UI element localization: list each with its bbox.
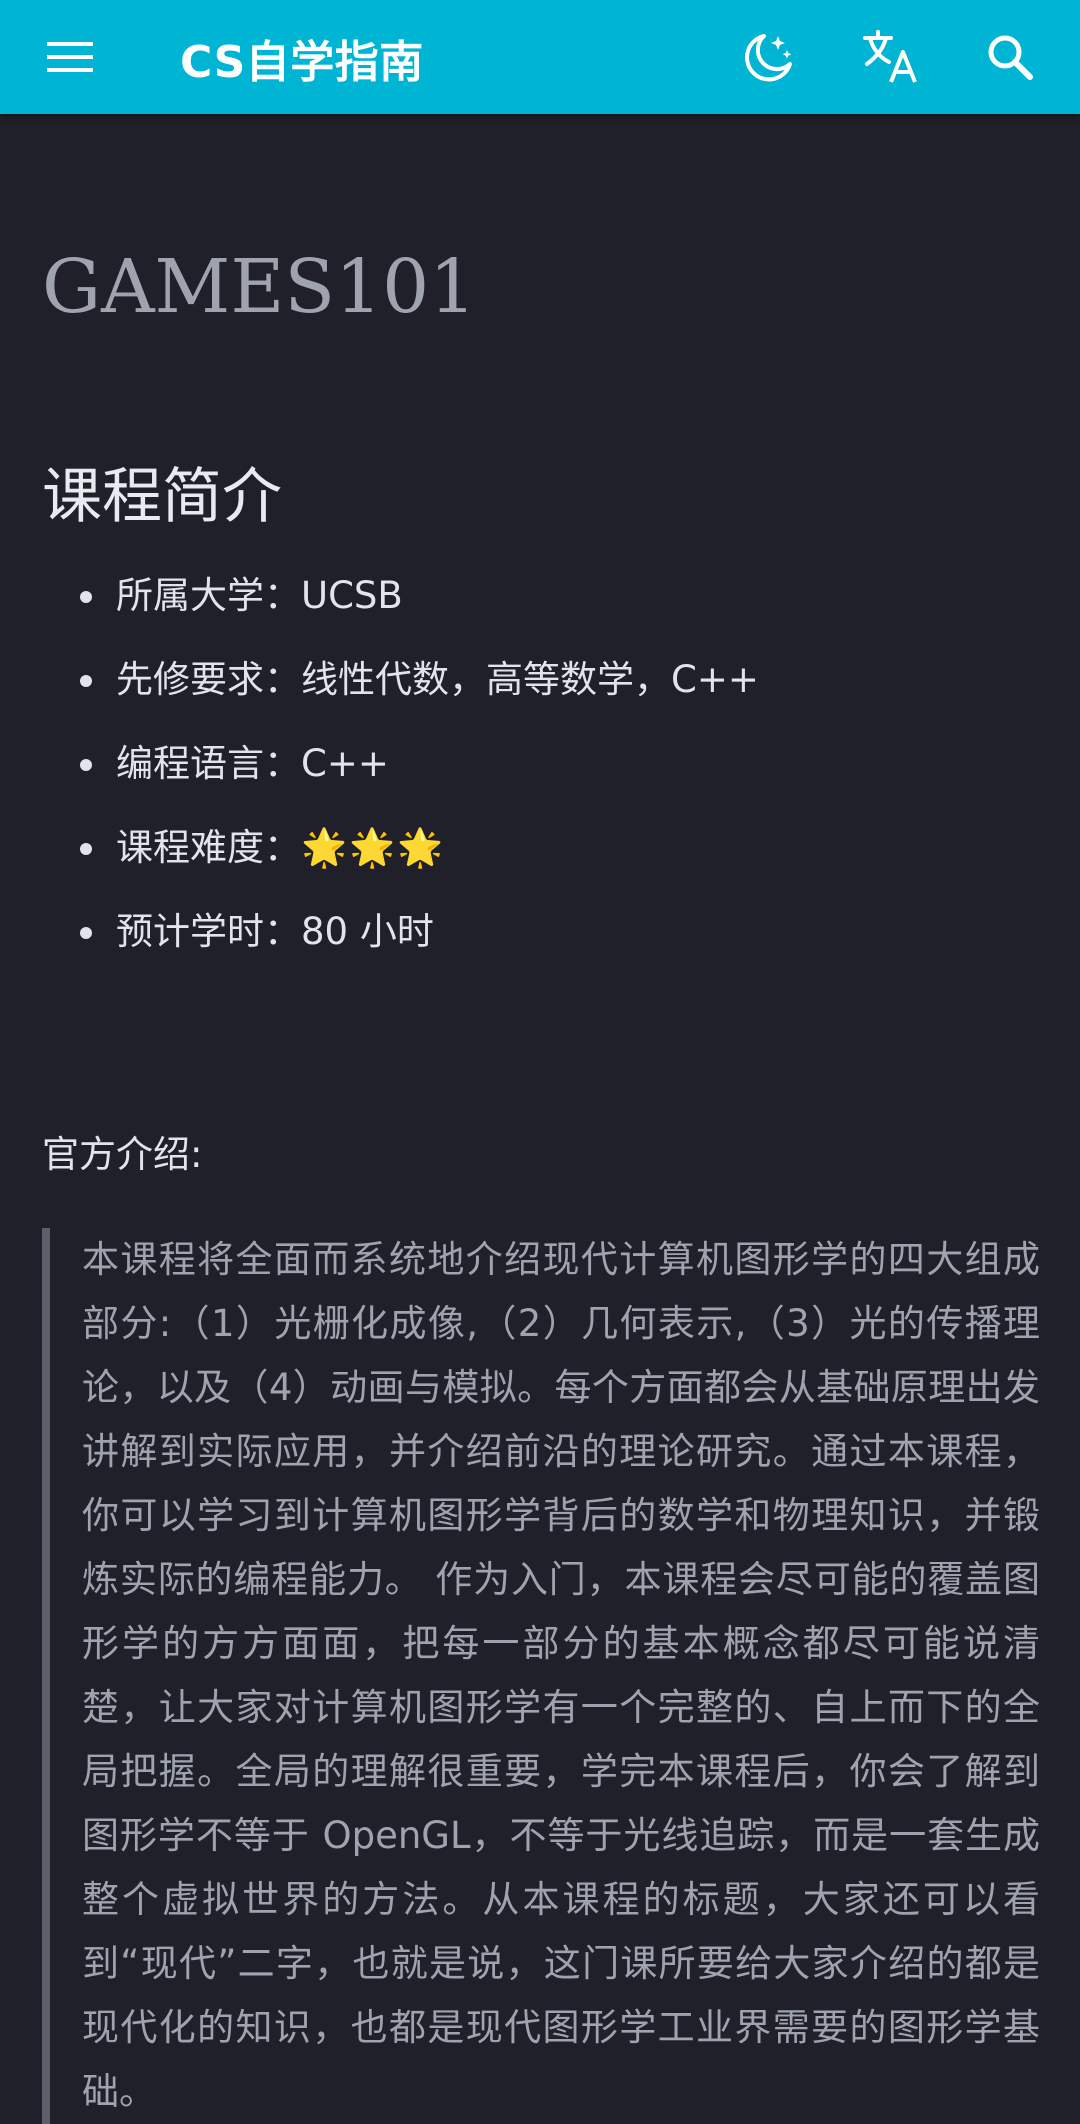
site-title[interactable]: CS自学指南 (180, 26, 424, 90)
translate-button[interactable] (860, 27, 920, 87)
search-button[interactable] (980, 27, 1040, 87)
official-intro-quote: 本课程将全面而系统地介绍现代计算机图形学的四大组成部分:（1）光栅化成像,（2）… (42, 1228, 1040, 2124)
info-label: 先修要求： (116, 658, 301, 701)
list-item-language: 编程语言：C++ (42, 735, 759, 819)
menu-button[interactable] (40, 31, 100, 83)
difficulty-stars: 🌟🌟🌟 (301, 826, 446, 869)
translate-icon (863, 30, 917, 83)
list-item-prerequisites: 先修要求：线性代数，高等数学，C++ (42, 651, 759, 735)
theme-toggle-icon (745, 34, 792, 82)
info-value: 线性代数，高等数学，C++ (301, 658, 759, 701)
info-value: UCSB (301, 574, 403, 617)
info-value: C++ (301, 742, 389, 785)
info-label: 编程语言： (116, 742, 301, 785)
list-item-university: 所属大学：UCSB (42, 567, 759, 651)
theme-toggle-button[interactable] (739, 27, 799, 87)
info-label: 课程难度： (116, 826, 301, 869)
info-value: 80 小时 (301, 910, 434, 953)
info-label: 预计学时： (116, 910, 301, 953)
page-title: GAMES101 (42, 244, 477, 330)
official-intro-text: 本课程将全面而系统地介绍现代计算机图形学的四大组成部分:（1）光栅化成像,（2）… (82, 1238, 1040, 2113)
list-item-difficulty: 课程难度：🌟🌟🌟 (42, 819, 759, 903)
official-intro-label: 官方介绍: (42, 1133, 203, 1176)
list-item-hours: 预计学时：80 小时 (42, 903, 759, 987)
search-icon (988, 35, 1033, 80)
section-title: 课程简介 (42, 462, 282, 532)
top-app-bar: CS自学指南 (0, 0, 1080, 114)
course-info-list: 所属大学：UCSB 先修要求：线性代数，高等数学，C++ 编程语言：C++ 课程… (42, 567, 759, 987)
menu-icon (47, 42, 93, 72)
info-label: 所属大学： (116, 574, 301, 617)
